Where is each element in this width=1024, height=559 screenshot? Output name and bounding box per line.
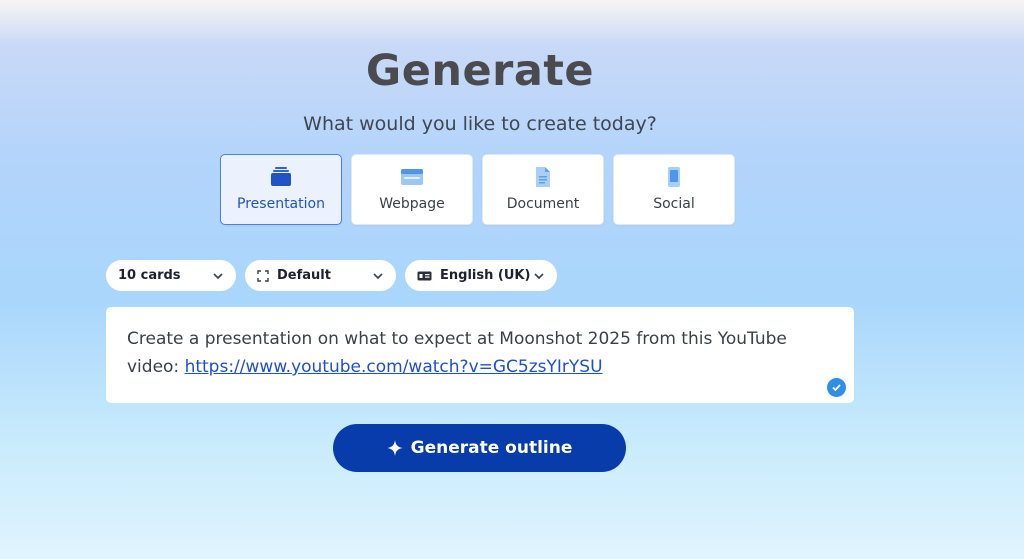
type-card-social[interactable]: Social: [613, 154, 735, 225]
type-card-presentation[interactable]: Presentation: [220, 154, 342, 225]
type-label-social: Social: [653, 196, 695, 212]
chevron-down-icon: [212, 270, 224, 282]
theme-select[interactable]: Default: [245, 260, 396, 291]
generate-outline-label: Generate outline: [410, 438, 573, 458]
page-title: Generate: [365, 46, 595, 96]
type-label-presentation: Presentation: [237, 196, 325, 212]
type-card-webpage[interactable]: Webpage: [351, 154, 473, 225]
social-icon: [666, 166, 682, 188]
language-select[interactable]: English (UK): [405, 260, 557, 291]
type-label-document: Document: [506, 196, 580, 212]
type-label-webpage: Webpage: [379, 196, 445, 212]
prompt-input[interactable]: Create a presentation on what to expect …: [106, 307, 854, 403]
language-value: English (UK): [440, 268, 531, 283]
page-subtitle: What would you like to create today?: [303, 113, 657, 135]
presentation-icon: [270, 166, 292, 188]
options-row: 10 cards Default English (UK): [106, 260, 557, 291]
document-icon: [534, 166, 552, 188]
chevron-down-icon: [372, 270, 384, 282]
theme-value: Default: [277, 268, 331, 283]
cards-count-select[interactable]: 10 cards: [106, 260, 236, 291]
generate-outline-button[interactable]: Generate outline: [333, 424, 626, 472]
expand-frame-icon: [257, 269, 269, 282]
language-icon: [417, 270, 432, 282]
sparkle-icon: [386, 440, 403, 456]
content-type-selector: Presentation Webpage Document Social: [220, 154, 735, 225]
chevron-down-icon: [533, 270, 545, 282]
webpage-icon: [400, 166, 424, 188]
cards-count-value: 10 cards: [118, 268, 181, 283]
type-card-document[interactable]: Document: [482, 154, 604, 225]
prompt-link[interactable]: https://www.youtube.com/watch?v=GC5zsYIr…: [185, 357, 603, 377]
check-icon: [827, 378, 846, 397]
